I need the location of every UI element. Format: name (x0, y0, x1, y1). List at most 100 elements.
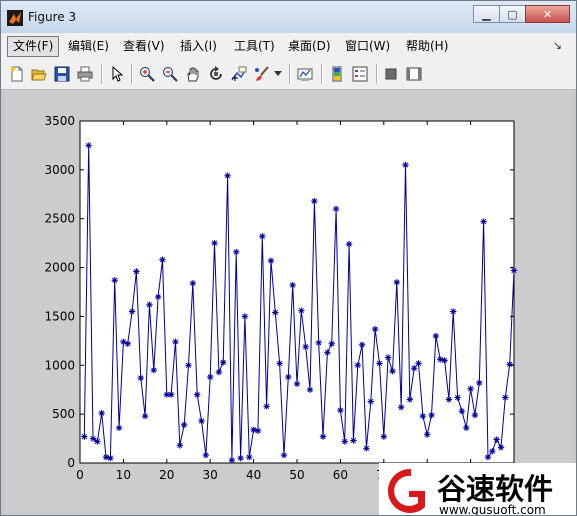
menu-help[interactable]: 帮助(H) (401, 37, 453, 56)
data-point (111, 277, 118, 284)
data-point (428, 411, 435, 419)
data-cursor-icon[interactable] (230, 65, 248, 83)
data-point (358, 341, 366, 348)
data-point (463, 424, 470, 432)
menu-file[interactable]: 文件(F) (7, 36, 60, 57)
data-point (285, 373, 292, 381)
data-point (345, 240, 353, 248)
data-point (246, 453, 253, 461)
data-point (319, 433, 327, 440)
data-point (272, 309, 279, 316)
x-tick-label: 40 (246, 468, 261, 482)
menu-edit[interactable]: 编辑(E) (63, 37, 114, 56)
menu-tools[interactable]: 工具(T) (229, 37, 280, 56)
data-point (81, 433, 88, 440)
data-point (193, 391, 201, 398)
show-plot-tools-icon[interactable] (405, 65, 423, 83)
data-point (176, 442, 184, 449)
data-point (224, 172, 231, 179)
data-point (180, 421, 188, 429)
data-point (467, 385, 474, 392)
data-point (402, 161, 409, 169)
data-point (493, 436, 500, 443)
data-point (380, 433, 387, 440)
minimize-button[interactable]: ▁ (473, 5, 500, 23)
toolbar-separator (101, 64, 103, 84)
data-point (89, 435, 97, 442)
print-icon[interactable] (76, 65, 94, 83)
data-point (350, 437, 357, 444)
maximize-button[interactable]: ▢ (499, 5, 526, 23)
data-point (259, 233, 266, 240)
data-point (146, 301, 153, 308)
title-bar[interactable]: Figure 3 ▁ ▢ ✕ (1, 1, 576, 34)
insert-colorbar-icon[interactable] (328, 65, 346, 83)
data-point (371, 325, 379, 333)
data-point (298, 307, 305, 314)
data-point (293, 380, 301, 388)
y-tick-label: 2000 (44, 261, 75, 275)
data-point (384, 354, 392, 361)
data-point (497, 444, 505, 451)
data-point (476, 379, 483, 387)
toolbar-separator (376, 64, 378, 84)
data-point (263, 403, 270, 410)
data-point (172, 338, 179, 346)
figure-toolbar (1, 59, 576, 90)
watermark-url: www.gusuoft.com (439, 503, 546, 516)
y-tick-label: 1000 (44, 358, 75, 372)
data-point (250, 426, 257, 433)
data-point (128, 308, 136, 315)
data-point (124, 340, 131, 347)
rotate-3d-icon[interactable] (207, 65, 225, 83)
x-tick-label: 10 (116, 468, 131, 482)
brush-icon[interactable] (253, 65, 271, 83)
edit-plot-arrow-icon[interactable] (108, 65, 126, 83)
y-tick-label: 2500 (44, 212, 75, 226)
figure-window: Figure 3 ▁ ▢ ✕ 文件(F) 编辑(E) 查看(V) 插入(I) 工… (0, 0, 577, 516)
minimize-icon: ▁ (482, 7, 491, 21)
data-point (445, 396, 453, 403)
data-point (159, 256, 166, 263)
plot-svg[interactable]: 0102030405060708090100 05001000150020002… (5, 90, 572, 513)
data-point (324, 349, 331, 356)
data-point (306, 386, 314, 393)
open-file-icon[interactable] (30, 65, 48, 83)
menu-insert[interactable]: 插入(I) (175, 37, 222, 56)
data-point (376, 360, 383, 367)
data-point (454, 394, 461, 401)
window-title: Figure 3 (28, 10, 77, 24)
data-point (506, 361, 513, 368)
data-point (415, 360, 422, 367)
new-figure-icon[interactable] (8, 65, 26, 83)
data-point (337, 407, 344, 414)
data-point (202, 451, 210, 459)
save-icon[interactable] (53, 65, 71, 83)
data-point (102, 453, 110, 461)
data-point (367, 398, 374, 405)
data-point (332, 205, 340, 213)
zoom-out-icon[interactable] (161, 65, 179, 83)
link-plot-icon[interactable] (296, 65, 314, 83)
pan-hand-icon[interactable] (184, 65, 202, 83)
menu-desktop[interactable]: 桌面(D) (283, 37, 336, 56)
insert-legend-icon[interactable] (351, 65, 369, 83)
hide-plot-tools-icon[interactable] (382, 65, 400, 83)
menu-view[interactable]: 查看(V) (118, 37, 170, 56)
data-point (215, 368, 223, 376)
data-point (241, 313, 249, 320)
x-tick-label: 50 (289, 468, 304, 482)
data-point (85, 142, 92, 149)
data-point (115, 424, 123, 432)
data-point (133, 268, 140, 275)
data-point (137, 374, 144, 382)
y-tick-label: 3000 (44, 163, 75, 177)
x-tick-label: 30 (203, 468, 218, 482)
brush-dropdown-icon[interactable] (273, 65, 283, 83)
window-controls: ▁ ▢ ✕ (473, 5, 570, 23)
zoom-in-icon[interactable] (138, 65, 156, 83)
data-point (185, 362, 192, 369)
close-button[interactable]: ✕ (525, 5, 570, 23)
menu-window[interactable]: 窗口(W) (340, 37, 395, 56)
menu-overflow-icon[interactable]: ↘ (553, 39, 562, 52)
